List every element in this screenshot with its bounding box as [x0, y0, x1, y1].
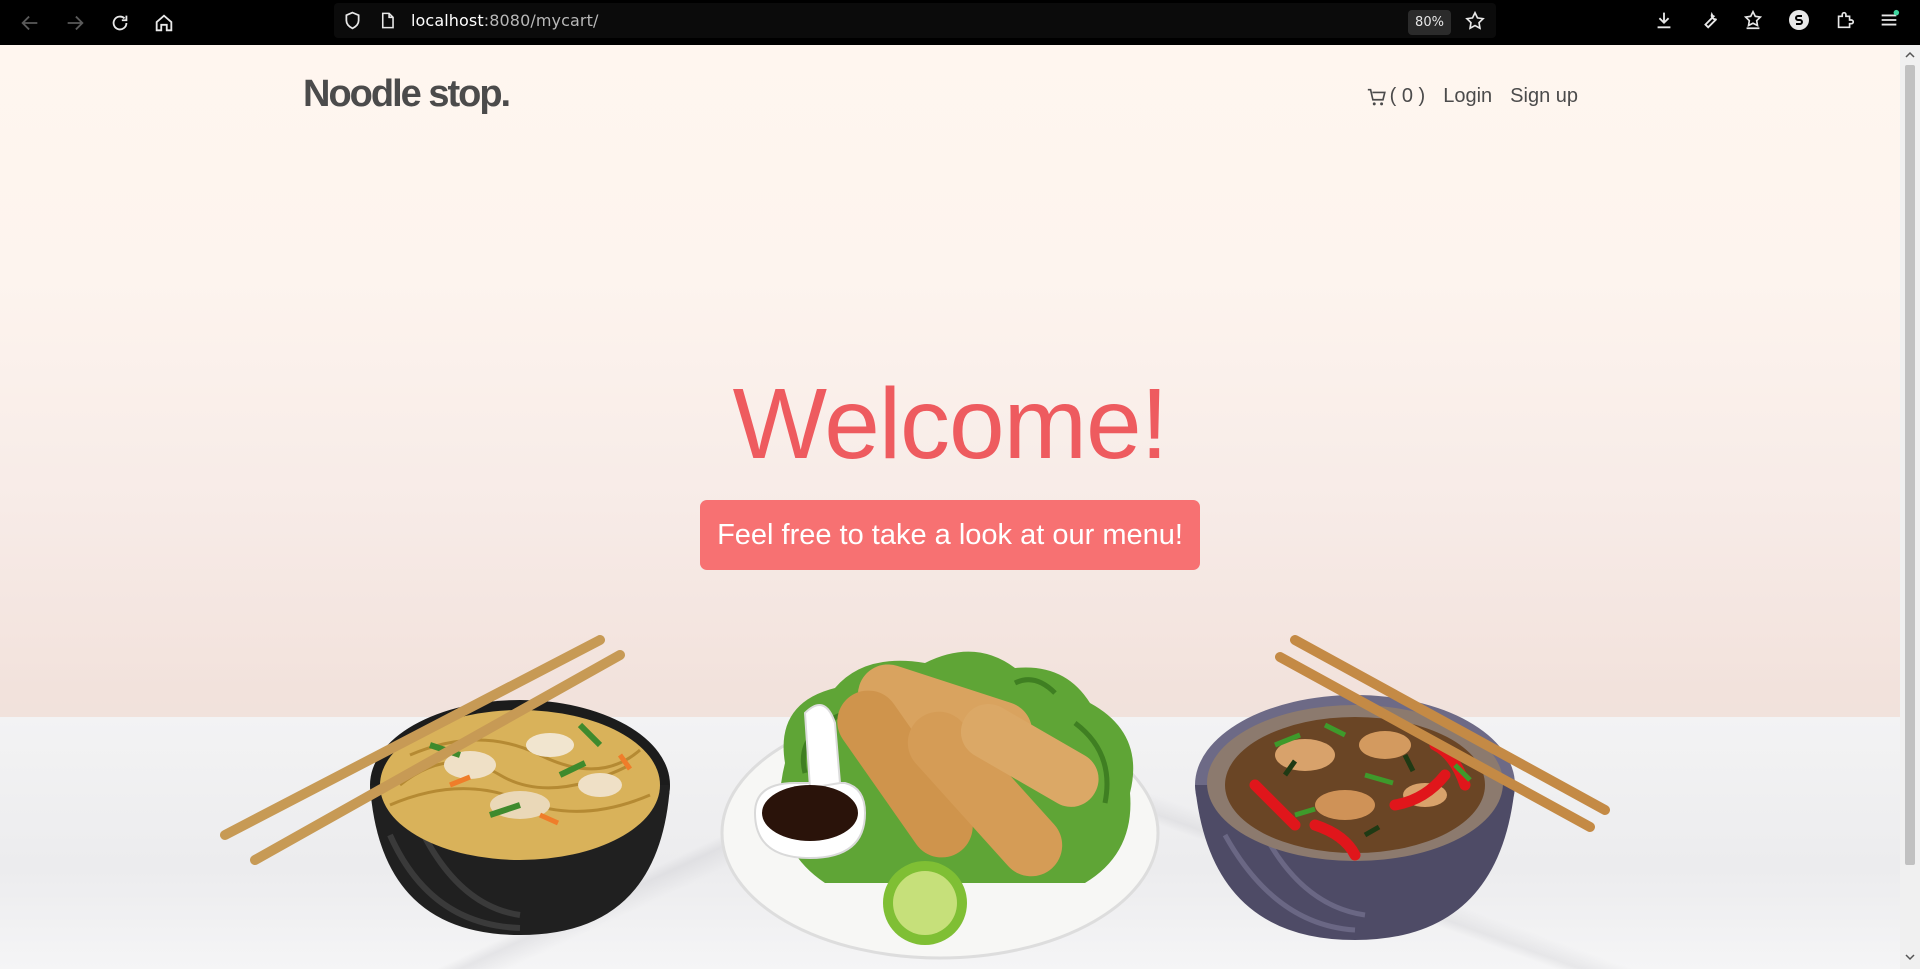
scroll-thumb[interactable] [1905, 65, 1915, 865]
zoom-indicator[interactable]: 80% [1408, 10, 1451, 35]
account-icon[interactable] [1787, 8, 1811, 32]
spring-rolls-image [720, 651, 1160, 960]
reload-icon [112, 15, 128, 31]
download-icon[interactable] [1653, 9, 1675, 31]
forward-button[interactable] [61, 9, 89, 37]
back-button[interactable] [16, 9, 44, 37]
cart-link[interactable]: ( 0 ) [1366, 85, 1426, 108]
hero-title: Welcome! [732, 368, 1169, 480]
wrench-icon[interactable] [1699, 9, 1721, 31]
arrow-left-icon [21, 15, 38, 31]
signup-link[interactable]: Sign up [1510, 85, 1578, 108]
reload-button[interactable] [106, 9, 134, 37]
url-path: :8080/mycart/ [483, 11, 599, 30]
star-icon[interactable] [1464, 10, 1486, 32]
home-icon [155, 14, 173, 32]
scroll-up-icon[interactable] [1904, 49, 1916, 61]
page-icon [381, 12, 394, 29]
cart-count: ( 0 ) [1389, 85, 1426, 107]
browser-toolbar: localhost:8080/mycart/ 80% [0, 0, 1920, 45]
scroll-down-icon[interactable] [1904, 951, 1916, 963]
address-bar[interactable]: localhost:8080/mycart/ 80% [334, 3, 1496, 38]
puzzle-icon[interactable] [1834, 9, 1856, 31]
stir-fry-bowl-image [1195, 635, 1610, 940]
hamburger-icon[interactable] [1878, 9, 1900, 31]
cart-icon [1367, 88, 1386, 105]
noodle-bowl-image [220, 635, 670, 935]
url-host: localhost [411, 11, 484, 30]
url-text[interactable]: localhost:8080/mycart/ [411, 11, 598, 30]
page-scrollbar[interactable] [1900, 45, 1920, 969]
shield-icon[interactable] [342, 10, 363, 31]
home-button[interactable] [150, 9, 178, 37]
star-list-icon[interactable] [1742, 9, 1764, 31]
menu-cta-button[interactable]: Feel free to take a look at our menu! [700, 500, 1200, 570]
page-content: Noodle stop. ( 0 ) Login Sign up Welcome… [0, 45, 1900, 969]
site-logo[interactable]: Noodle stop. [303, 73, 511, 116]
login-link[interactable]: Login [1443, 85, 1492, 108]
top-nav: ( 0 ) Login Sign up [1366, 85, 1578, 108]
arrow-right-icon [67, 15, 84, 31]
